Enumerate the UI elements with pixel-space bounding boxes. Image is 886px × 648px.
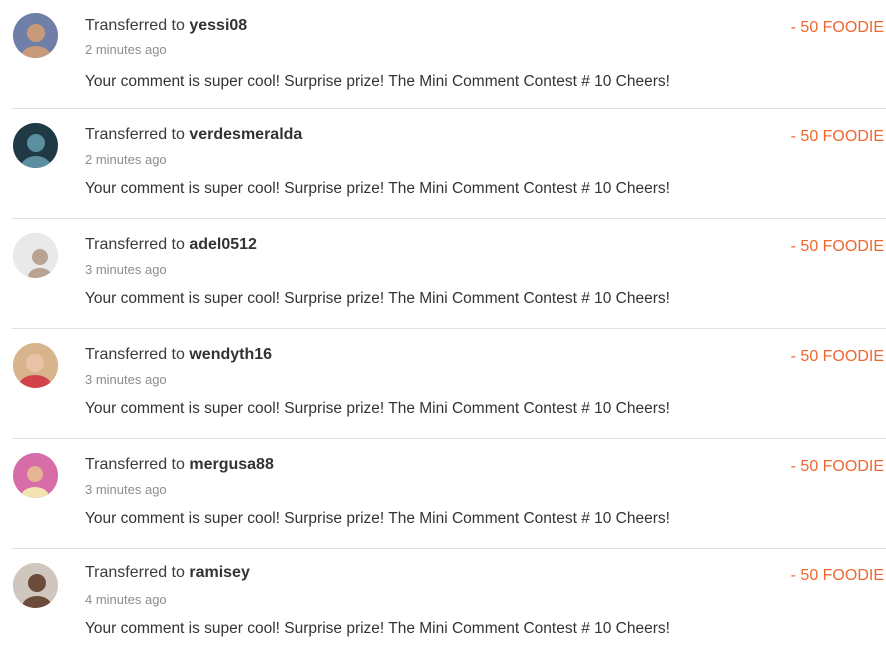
avatar[interactable] (13, 563, 58, 608)
username-link[interactable]: ramisey (189, 564, 250, 581)
transfer-amount: - 50 FOODIE (790, 567, 884, 584)
avatar[interactable] (13, 453, 58, 498)
transfer-message: Your comment is super cool! Surprise pri… (85, 73, 670, 90)
transfer-prefix: Transferred to (85, 456, 190, 473)
transfer-title: Transferred to yessi08 (85, 16, 247, 36)
timestamp: 2 minutes ago (85, 42, 167, 57)
transfer-title: Transferred to mergusa88 (85, 455, 274, 475)
list-item: Transferred to verdesmeralda 2 minutes a… (0, 109, 886, 219)
username-link[interactable]: adel0512 (189, 236, 257, 253)
transfer-message: Your comment is super cool! Surprise pri… (85, 290, 670, 307)
transfer-title: Transferred to ramisey (85, 563, 250, 583)
username-link[interactable]: wendyth16 (189, 346, 272, 363)
list-item: Transferred to adel0512 3 minutes ago Yo… (0, 219, 886, 329)
avatar-face (32, 249, 48, 265)
timestamp: 2 minutes ago (85, 152, 167, 167)
avatar-face (26, 354, 44, 372)
username-link[interactable]: yessi08 (189, 17, 247, 34)
avatar-face (27, 24, 45, 42)
transfer-amount: - 50 FOODIE (790, 128, 884, 145)
transfer-message: Your comment is super cool! Surprise pri… (85, 510, 670, 527)
transfer-amount: - 50 FOODIE (790, 348, 884, 365)
transfer-message: Your comment is super cool! Surprise pri… (85, 180, 670, 197)
transfer-prefix: Transferred to (85, 17, 190, 34)
transfer-list: Transferred to yessi08 2 minutes ago You… (0, 0, 886, 648)
timestamp: 3 minutes ago (85, 372, 167, 387)
timestamp: 4 minutes ago (85, 592, 167, 607)
avatar[interactable] (13, 343, 58, 388)
list-item: Transferred to wendyth16 3 minutes ago Y… (0, 329, 886, 439)
avatar[interactable] (13, 233, 58, 278)
transfer-amount: - 50 FOODIE (790, 458, 884, 475)
avatar-face (28, 574, 46, 592)
list-item: Transferred to yessi08 2 minutes ago You… (0, 0, 886, 109)
list-item: Transferred to mergusa88 3 minutes ago Y… (0, 439, 886, 549)
transfer-amount: - 50 FOODIE (790, 238, 884, 255)
transfer-prefix: Transferred to (85, 126, 190, 143)
list-item: Transferred to ramisey 4 minutes ago You… (0, 549, 886, 648)
timestamp: 3 minutes ago (85, 262, 167, 277)
transfer-title: Transferred to adel0512 (85, 235, 257, 255)
username-link[interactable]: verdesmeralda (189, 126, 302, 143)
transfer-amount: - 50 FOODIE (790, 19, 884, 36)
avatar[interactable] (13, 13, 58, 58)
transfer-message: Your comment is super cool! Surprise pri… (85, 400, 670, 417)
transfer-title: Transferred to verdesmeralda (85, 125, 302, 145)
avatar-face (27, 134, 45, 152)
transfer-title: Transferred to wendyth16 (85, 345, 272, 365)
avatar-face (27, 466, 43, 482)
transfer-prefix: Transferred to (85, 236, 190, 253)
transfer-prefix: Transferred to (85, 346, 190, 363)
timestamp: 3 minutes ago (85, 482, 167, 497)
transfer-message: Your comment is super cool! Surprise pri… (85, 620, 670, 637)
transfer-prefix: Transferred to (85, 564, 190, 581)
username-link[interactable]: mergusa88 (189, 456, 274, 473)
avatar[interactable] (13, 123, 58, 168)
